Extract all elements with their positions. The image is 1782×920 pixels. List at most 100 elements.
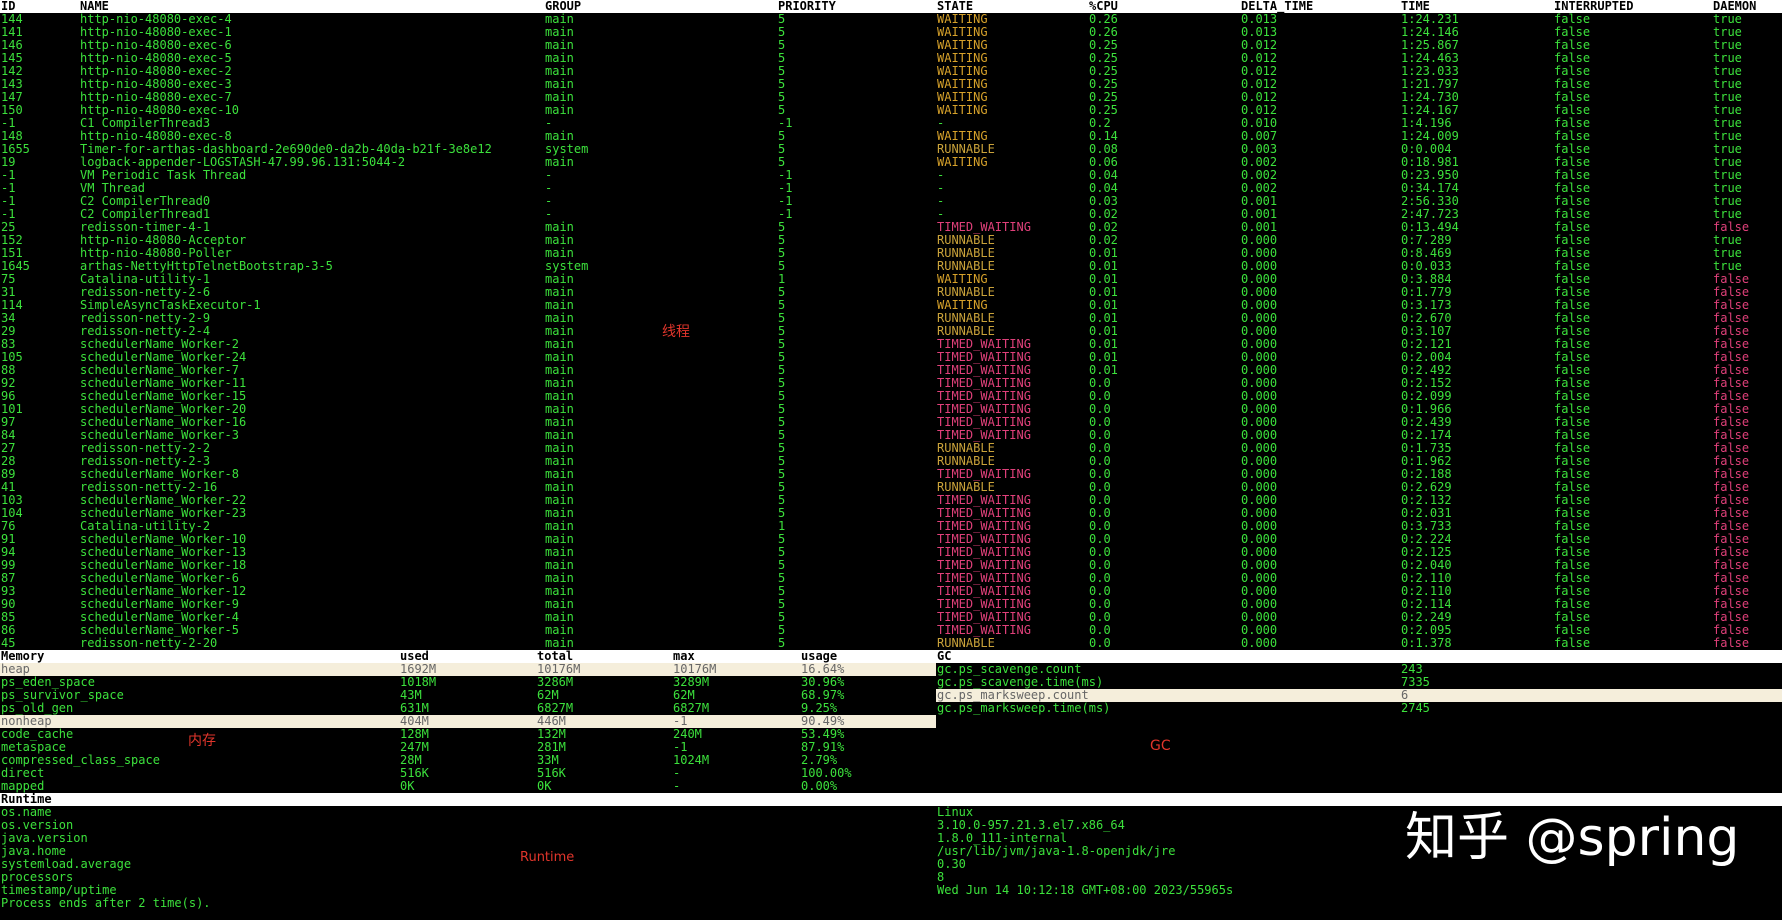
runtime-header: Runtime — [0, 793, 1782, 806]
thread-name: http-nio-48080-exec-4 — [80, 13, 232, 26]
thread-time: 0:2.004 — [1401, 351, 1452, 364]
thread-id: 97 — [1, 416, 16, 429]
thread-delta-time: 0.000 — [1241, 494, 1278, 507]
thread-delta-time: 0.002 — [1241, 156, 1278, 169]
thread-interrupted: false — [1554, 260, 1591, 273]
thread-cpu: 0.0 — [1089, 507, 1111, 520]
thread-delta-time: 0.000 — [1241, 325, 1278, 338]
thread-priority: 5 — [778, 351, 786, 364]
thread-daemon: false — [1713, 377, 1750, 390]
gc-title: GC — [937, 650, 952, 663]
thread-name: schedulerName_Worker-4 — [80, 611, 239, 624]
thread-cpu: 0.25 — [1089, 39, 1118, 52]
thread-interrupted: false — [1554, 143, 1591, 156]
thread-cpu: 0.0 — [1089, 416, 1111, 429]
thread-state: RUNNABLE — [937, 455, 995, 468]
thread-group: main — [545, 429, 574, 442]
memory-row: compressed_class_space 28M 33M 1024M 2.79% — [0, 754, 936, 767]
thread-delta-time: 0.000 — [1241, 468, 1278, 481]
thread-time: 1:24.231 — [1401, 13, 1459, 26]
thread-group: - — [545, 182, 553, 195]
thread-state: - — [937, 182, 945, 195]
thread-delta-time: 0.000 — [1241, 364, 1278, 377]
thread-cpu: 0.25 — [1089, 65, 1118, 78]
thread-time: 0:2.125 — [1401, 546, 1452, 559]
thread-daemon: true — [1713, 130, 1742, 143]
thread-daemon: true — [1713, 104, 1742, 117]
thread-name: redisson-netty-2-6 — [80, 286, 211, 299]
thread-row: 85 schedulerName_Worker-4 main 5 TIMED_WAITI… — [0, 611, 1782, 624]
thread-id: 96 — [1, 390, 16, 403]
thread-priority: 5 — [778, 325, 786, 338]
thread-state: - — [937, 195, 945, 208]
thread-interrupted: false — [1554, 169, 1591, 182]
memory-used: 43M — [400, 689, 422, 702]
thread-interrupted: false — [1554, 65, 1591, 78]
runtime-row: processors 8 — [0, 871, 1782, 884]
thread-row: 75 Catalina-utility-1 main 1 WAITING 0.01 0.00… — [0, 273, 1782, 286]
thread-id: -1 — [1, 117, 16, 130]
thread-state: RUNNABLE — [937, 143, 995, 156]
thread-delta-time: 0.012 — [1241, 65, 1278, 78]
thread-cpu: 0.0 — [1089, 468, 1111, 481]
thread-row: 29 redisson-netty-2-4 main 5 RUNNABLE 0.01 0.0… — [0, 325, 1782, 338]
thread-time: 0:2.492 — [1401, 364, 1452, 377]
thread-delta-time: 0.000 — [1241, 338, 1278, 351]
thread-delta-time: 0.013 — [1241, 26, 1278, 39]
thread-priority: 5 — [778, 26, 786, 39]
thread-name: redisson-timer-4-1 — [80, 221, 211, 234]
memory-max: 3289M — [673, 676, 710, 689]
thread-daemon: true — [1713, 169, 1742, 182]
thread-state: TIMED_WAITING — [937, 416, 1031, 429]
thread-row: 86 schedulerName_Worker-5 main 5 TIMED_WAITI… — [0, 624, 1782, 637]
thread-row: -1 VM Thread - -1 - 0.04 0.002 0:34.174 false tru… — [0, 182, 1782, 195]
thread-interrupted: false — [1554, 91, 1591, 104]
memory-col-max: max — [673, 650, 695, 663]
thread-state: TIMED_WAITING — [937, 429, 1031, 442]
thread-interrupted: false — [1554, 494, 1591, 507]
thread-daemon: false — [1713, 390, 1750, 403]
thread-state: TIMED_WAITING — [937, 533, 1031, 546]
thread-priority: 5 — [778, 546, 786, 559]
thread-name: redisson-netty-2-3 — [80, 455, 211, 468]
thread-daemon: false — [1713, 286, 1750, 299]
thread-cpu: 0.25 — [1089, 52, 1118, 65]
memory-total: 281M — [537, 741, 566, 754]
thread-state: RUNNABLE — [937, 325, 995, 338]
memory-col-total: total — [537, 650, 574, 663]
thread-delta-time: 0.000 — [1241, 598, 1278, 611]
thread-time: 0:18.981 — [1401, 156, 1459, 169]
thread-row: 87 schedulerName_Worker-6 main 5 TIMED_WAITI… — [0, 572, 1782, 585]
thread-priority: 5 — [778, 377, 786, 390]
thread-interrupted: false — [1554, 637, 1591, 650]
thread-row: 142 http-nio-48080-exec-2 main 5 WAITING 0.25… — [0, 65, 1782, 78]
process-footer: Process ends after 2 time(s). — [1, 896, 211, 910]
thread-cpu: 0.0 — [1089, 442, 1111, 455]
thread-id: 143 — [1, 78, 23, 91]
thread-cpu: 0.0 — [1089, 520, 1111, 533]
thread-delta-time: 0.000 — [1241, 312, 1278, 325]
header-daemon: DAEMON — [1713, 0, 1757, 13]
thread-time: 0:2.121 — [1401, 338, 1452, 351]
thread-group: main — [545, 52, 574, 65]
thread-time: 2:47.723 — [1401, 208, 1459, 221]
thread-row: 104 schedulerName_Worker-23 main 5 TIMED_WAI… — [0, 507, 1782, 520]
thread-state: WAITING — [937, 104, 988, 117]
thread-id: 85 — [1, 611, 16, 624]
memory-used: 404M — [400, 715, 429, 728]
thread-id: 93 — [1, 585, 16, 598]
memory-name: ps_eden_space — [1, 676, 95, 689]
memory-max: 62M — [673, 689, 695, 702]
thread-delta-time: 0.000 — [1241, 429, 1278, 442]
thread-daemon: true — [1713, 182, 1742, 195]
thread-row: 91 schedulerName_Worker-10 main 5 TIMED_WAIT… — [0, 533, 1782, 546]
thread-row: 146 http-nio-48080-exec-6 main 5 WAITING 0.25… — [0, 39, 1782, 52]
thread-cpu: 0.0 — [1089, 598, 1111, 611]
header-cpu: %CPU — [1089, 0, 1118, 13]
thread-time: 0:2.629 — [1401, 481, 1452, 494]
thread-daemon: false — [1713, 325, 1750, 338]
thread-group: main — [545, 546, 574, 559]
thread-row: 99 schedulerName_Worker-18 main 5 TIMED_WAIT… — [0, 559, 1782, 572]
thread-time: 0:2.174 — [1401, 429, 1452, 442]
thread-daemon: true — [1713, 39, 1742, 52]
